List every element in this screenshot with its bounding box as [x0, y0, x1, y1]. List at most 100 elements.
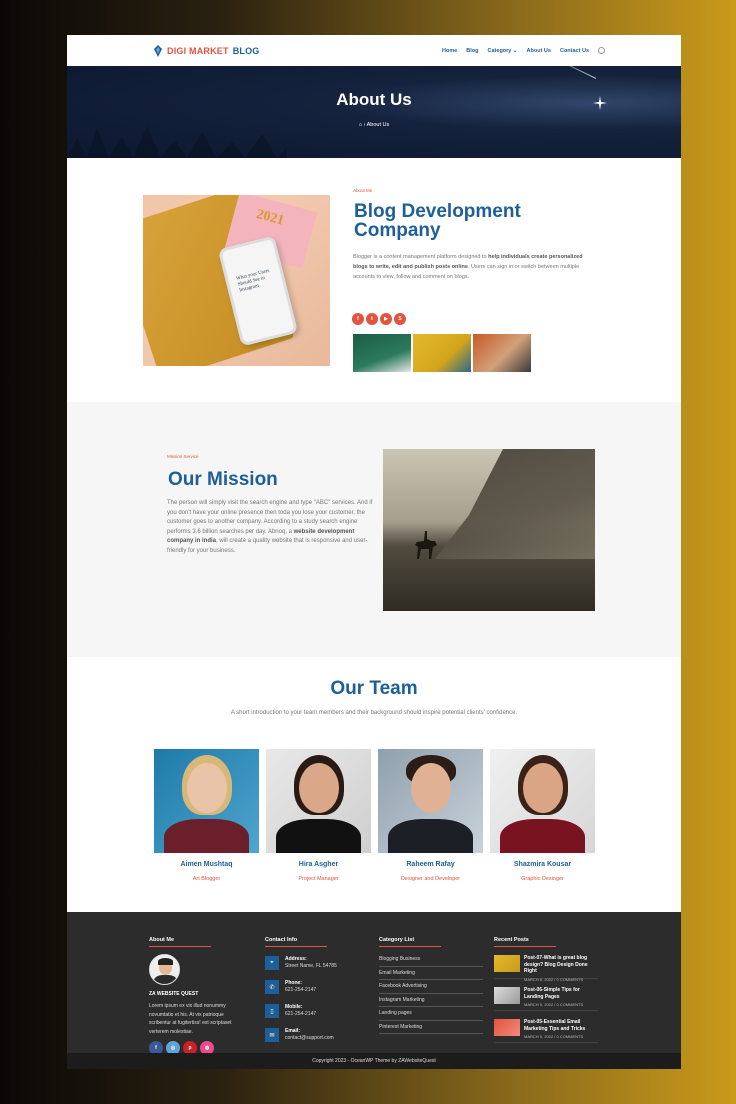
member-photo — [154, 749, 259, 853]
post-thumbnail — [494, 1019, 520, 1036]
site-header: DIGI MARKET BLOG Home Blog Category ⌄ Ab… — [67, 35, 681, 66]
member-name: Raheem Rafay — [406, 861, 455, 868]
contact-address-text: Address: Street Name, FL 54785 — [285, 956, 337, 970]
member-name: Aimen Mushtaq — [180, 861, 233, 868]
member-name: Shazmira Kousar — [513, 861, 572, 868]
breadcrumb-current: About Us — [366, 122, 390, 128]
category-link[interactable]: Pinterest Marketing — [379, 1021, 483, 1034]
youtube-icon[interactable]: ▶ — [380, 313, 392, 325]
recent-post[interactable]: Post-05-Essential Email Marketing Tips a… — [494, 1019, 598, 1043]
member-clothing — [500, 819, 585, 853]
mission-description: The person will simply visit the search … — [167, 499, 373, 556]
contact-label: Mobile: — [285, 1004, 303, 1010]
member-clothing — [164, 819, 249, 853]
about-description: Blogger is a content management platform… — [353, 252, 593, 282]
avatar — [149, 954, 180, 985]
team-member-card[interactable]: Hira Asgher Project Manager — [266, 749, 371, 882]
post-info: Post-06-Simple Tips for Landing Pages MAR… — [524, 987, 598, 1010]
team-member-card[interactable]: Raheem Rafay Designer and Developer — [378, 749, 483, 882]
nav-home[interactable]: Home — [442, 48, 457, 54]
nav-category[interactable]: Category ⌄ — [488, 48, 518, 54]
category-link[interactable]: Blogging Business — [379, 953, 483, 967]
team-heading: Our Team — [330, 678, 418, 699]
post-comments: 0 COMMENTS — [556, 976, 584, 982]
post-title: Post-06-Simple Tips for Landing Pages — [524, 987, 580, 1000]
twitter-icon[interactable]: t — [366, 313, 378, 325]
facebook-icon[interactable]: f — [352, 313, 364, 325]
contact-value[interactable]: 621-254-2147 — [285, 987, 316, 994]
home-icon[interactable]: ⌂ — [359, 122, 362, 128]
team-member-card[interactable]: Aimen Mushtaq Art Blogger — [154, 749, 259, 882]
phone-screen-text: What your Users Should See in Instagram — [235, 268, 271, 294]
team-intro: A short introduction to your team member… — [230, 710, 518, 716]
footer-posts-title: Recent Posts — [494, 937, 556, 947]
team-section: Our Team A short introduction to your te… — [67, 657, 681, 913]
member-role: Art Blogger — [192, 876, 221, 882]
footer-contact: Contact Info ⌖ Address: Street Name, FL 5… — [265, 928, 337, 1043]
footer-categories: Category List Blogging Business Email Ma… — [379, 928, 483, 1034]
thumbnail-desk[interactable] — [413, 334, 471, 372]
contact-value[interactable]: 621-254-2147 — [285, 1011, 316, 1018]
footer-contact-title: Contact Info — [265, 937, 327, 947]
cliff-shape — [435, 449, 595, 559]
post-meta: MARCH 5, 2022 / 0 COMMENTS — [524, 1002, 584, 1007]
category-link[interactable]: Facebook Advertising — [379, 980, 483, 994]
mission-image — [383, 449, 595, 611]
site-footer: About Me ZA WEBSITE QUEST Lorem ipsum ex… — [67, 912, 681, 1055]
main-nav: Home Blog Category ⌄ About Us Contact Us — [442, 47, 605, 54]
post-meta: MARCH 5, 2022 / 0 COMMENTS — [524, 1034, 584, 1039]
footer-recent-posts: Recent Posts Post-07-What is great blog … — [494, 928, 598, 1043]
footer-about-name: ZA WEBSITE QUEST — [149, 991, 199, 997]
contact-phone: ✆ Phone: 621-254-2147 — [265, 979, 337, 995]
map-pin-icon: ⌖ — [265, 956, 279, 970]
member-face — [187, 763, 227, 813]
team-member-card[interactable]: Shazmira Kousar Graphic Desinger — [490, 749, 595, 882]
page: DIGI MARKET BLOG Home Blog Category ⌄ Ab… — [67, 35, 681, 1069]
thumbnail-workspace[interactable] — [473, 334, 531, 372]
member-role: Designer and Developer — [400, 876, 461, 882]
nav-blog[interactable]: Blog — [466, 48, 478, 54]
nav-contact[interactable]: Contact Us — [560, 48, 589, 54]
breadcrumb: ⌂ › About Us — [358, 122, 390, 128]
mission-section: Mission Service Our Mission The person w… — [67, 402, 681, 657]
category-link[interactable]: Landing pages — [379, 1007, 483, 1021]
category-link[interactable]: Email Marketing — [379, 967, 483, 980]
category-list: Blogging Business Email Marketing Facebo… — [379, 953, 483, 1034]
recent-post[interactable]: Post-07-What is great blog design? Blog … — [494, 955, 598, 982]
post-title: Post-07-What is great blog design? Blog … — [524, 955, 588, 974]
mission-eyebrow: Mission Service — [167, 454, 199, 459]
recent-post[interactable]: Post-06-Simple Tips for Landing Pages MAR… — [494, 987, 598, 1011]
team-members: Aimen Mushtaq Art Blogger Hira Asgher Pr… — [154, 749, 595, 882]
member-clothing — [276, 819, 361, 853]
mission-heading: Our Mission — [168, 469, 278, 490]
nav-category-label: Category — [487, 47, 512, 54]
copyright: Copyright 2023 - OceanWP Theme by ZAWebs… — [67, 1053, 681, 1069]
footer-about-title: About Me — [149, 937, 211, 947]
category-link[interactable]: Instagram Marketing — [379, 994, 483, 1007]
post-thumbnail — [494, 987, 520, 1004]
logo-icon — [154, 44, 162, 57]
avatar-shirt — [154, 975, 177, 984]
thumbnail-laptop[interactable] — [353, 334, 411, 372]
post-date: MARCH 8, 2022 — [524, 976, 554, 982]
post-date: MARCH 5, 2022 — [524, 1034, 554, 1039]
contact-value[interactable]: contact@support.com — [285, 1035, 334, 1042]
footer-category-title: Category List — [379, 937, 441, 947]
contact-phone-text: Phone: 621-254-2147 — [285, 980, 316, 994]
skype-icon[interactable]: S — [394, 313, 406, 325]
search-icon[interactable] — [598, 47, 605, 54]
site-logo[interactable]: DIGI MARKET BLOG — [153, 44, 260, 57]
chevron-down-icon: ⌄ — [512, 47, 518, 54]
page-title: About Us — [336, 90, 412, 109]
page-hero: About Us ⌂ › About Us — [67, 47, 681, 158]
about-thumbnails — [353, 334, 531, 372]
horse-rider-silhouette — [415, 531, 437, 559]
member-face — [411, 763, 451, 813]
notebook-year: 2021 — [254, 206, 286, 229]
contact-email-text: Email: contact@support.com — [285, 1028, 334, 1042]
post-meta: MARCH 8, 2022 / 0 COMMENTS — [524, 976, 584, 982]
member-photo — [490, 749, 595, 853]
post-title: Post-05-Essential Email Marketing Tips a… — [524, 1019, 586, 1032]
mail-icon: ✉ — [265, 1028, 279, 1042]
contact-label: Email: — [285, 1028, 301, 1034]
